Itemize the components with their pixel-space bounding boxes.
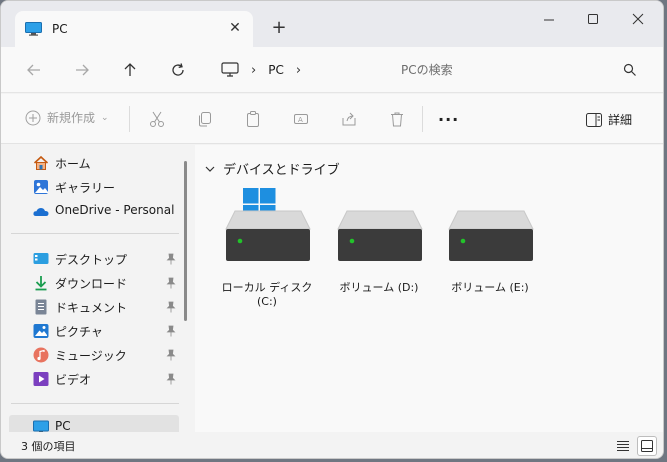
tab-title: PC	[52, 22, 68, 36]
hard-drive-icon	[448, 210, 534, 261]
gallery-icon	[34, 180, 48, 194]
pin-icon[interactable]	[165, 277, 177, 289]
onedrive-icon	[33, 208, 49, 216]
drive-label: ボリューム (D:)	[339, 281, 419, 294]
sidebar-item-pc[interactable]: PC	[9, 415, 179, 432]
music-icon	[33, 347, 49, 363]
video-icon	[33, 372, 49, 386]
breadcrumb-item-pc[interactable]: PC	[268, 63, 284, 77]
search-icon[interactable]	[623, 63, 637, 77]
sidebar-item-home[interactable]: ホーム	[9, 151, 179, 175]
forward-icon[interactable]	[71, 59, 93, 81]
pc-icon	[25, 22, 42, 36]
document-icon	[35, 299, 47, 315]
home-icon	[33, 155, 49, 170]
cut-icon[interactable]	[147, 109, 167, 129]
sidebar-item-downloads[interactable]: ダウンロード	[9, 271, 179, 295]
chevron-right-icon[interactable]: ›	[251, 63, 256, 78]
add-circle-icon	[25, 110, 41, 125]
toolbar-divider	[129, 106, 130, 132]
drive-label: ボリューム (E:)	[451, 281, 529, 294]
chevron-down-icon[interactable]	[205, 165, 215, 173]
file-view: デバイスとドライブ ローカル ディスク (C:) ボリューム (D:) ボリュー…	[195, 145, 663, 432]
pin-icon[interactable]	[165, 373, 177, 385]
new-button[interactable]: 新規作成 ⌄	[25, 109, 109, 126]
chevron-right-icon[interactable]: ›	[296, 63, 301, 78]
breadcrumb[interactable]: › PC ›	[211, 55, 371, 85]
maximize-icon[interactable]	[583, 11, 603, 29]
chevron-down-icon: ⌄	[101, 112, 109, 123]
explorer-window: PC ✕ + › PC › PCの検索 新規作成 ⌄ A ... 詳細 ホーム …	[0, 0, 664, 459]
close-window-icon[interactable]	[628, 11, 648, 29]
back-icon[interactable]	[23, 59, 45, 81]
command-bar: 新規作成 ⌄ A ... 詳細	[1, 94, 663, 144]
close-icon[interactable]: ✕	[227, 20, 243, 36]
pictures-icon	[33, 324, 49, 338]
plus-icon[interactable]: +	[269, 19, 289, 39]
navigation-pane: ホーム ギャラリー OneDrive - Personal デスクトップ ダウン…	[1, 145, 187, 432]
sidebar-divider	[11, 403, 179, 404]
refresh-icon[interactable]	[167, 59, 189, 81]
drive-item[interactable]: ローカル ディスク (C:)	[217, 188, 317, 313]
pin-icon[interactable]	[165, 325, 177, 337]
sidebar-item-music[interactable]: ミュージック	[9, 343, 179, 367]
group-header-devices[interactable]: デバイスとドライブ	[205, 159, 340, 178]
group-title: デバイスとドライブ	[223, 163, 340, 178]
up-icon[interactable]	[119, 59, 141, 81]
sidebar-scrollbar[interactable]	[184, 161, 187, 321]
delete-icon[interactable]	[387, 109, 407, 129]
desktop-icon	[33, 253, 49, 264]
pin-icon[interactable]	[165, 253, 177, 265]
drive-item[interactable]: ボリューム (D:)	[329, 193, 429, 313]
drive-label: ローカル ディスク (C:)	[221, 281, 313, 308]
sidebar-item-pictures[interactable]: ピクチャ	[9, 319, 179, 343]
item-count: 3 個の項目	[21, 440, 76, 453]
hard-drive-icon	[225, 210, 311, 261]
new-button-label: 新規作成	[47, 111, 96, 125]
sidebar-item-videos[interactable]: ビデオ	[9, 367, 179, 391]
pin-icon[interactable]	[165, 301, 177, 313]
sidebar-item-gallery[interactable]: ギャラリー	[9, 175, 179, 199]
monitor-icon	[221, 62, 239, 77]
details-label: 詳細	[608, 113, 633, 127]
status-bar: 3 個の項目	[1, 432, 663, 458]
download-icon	[35, 276, 47, 291]
more-options-button[interactable]: ...	[438, 106, 459, 125]
details-pane-button[interactable]: 詳細	[586, 111, 632, 128]
svg-text:A: A	[298, 116, 303, 124]
sidebar-item-onedrive[interactable]: OneDrive - Personal	[9, 199, 179, 223]
drive-item[interactable]: ボリューム (E:)	[440, 193, 540, 313]
tab-pc[interactable]: PC ✕	[15, 11, 253, 47]
sidebar-item-documents[interactable]: ドキュメント	[9, 295, 179, 319]
sidebar-divider	[11, 233, 179, 234]
share-icon[interactable]	[339, 109, 359, 129]
details-pane-icon	[586, 112, 602, 127]
toolbar-divider	[422, 106, 423, 132]
sidebar-item-desktop[interactable]: デスクトップ	[9, 247, 179, 271]
pc-icon	[33, 420, 49, 432]
search-input[interactable]	[401, 63, 611, 77]
title-bar: PC ✕ +	[1, 1, 663, 47]
rename-icon[interactable]: A	[291, 109, 311, 129]
paste-icon[interactable]	[243, 109, 263, 129]
details-view-icon[interactable]	[613, 436, 633, 456]
tiles-view-icon[interactable]	[637, 436, 657, 456]
address-bar: › PC ›	[1, 47, 663, 93]
copy-icon[interactable]	[195, 109, 215, 129]
hard-drive-icon	[337, 210, 423, 261]
search-box[interactable]	[385, 55, 649, 85]
pin-icon[interactable]	[165, 349, 177, 361]
minimize-icon[interactable]	[539, 11, 559, 29]
